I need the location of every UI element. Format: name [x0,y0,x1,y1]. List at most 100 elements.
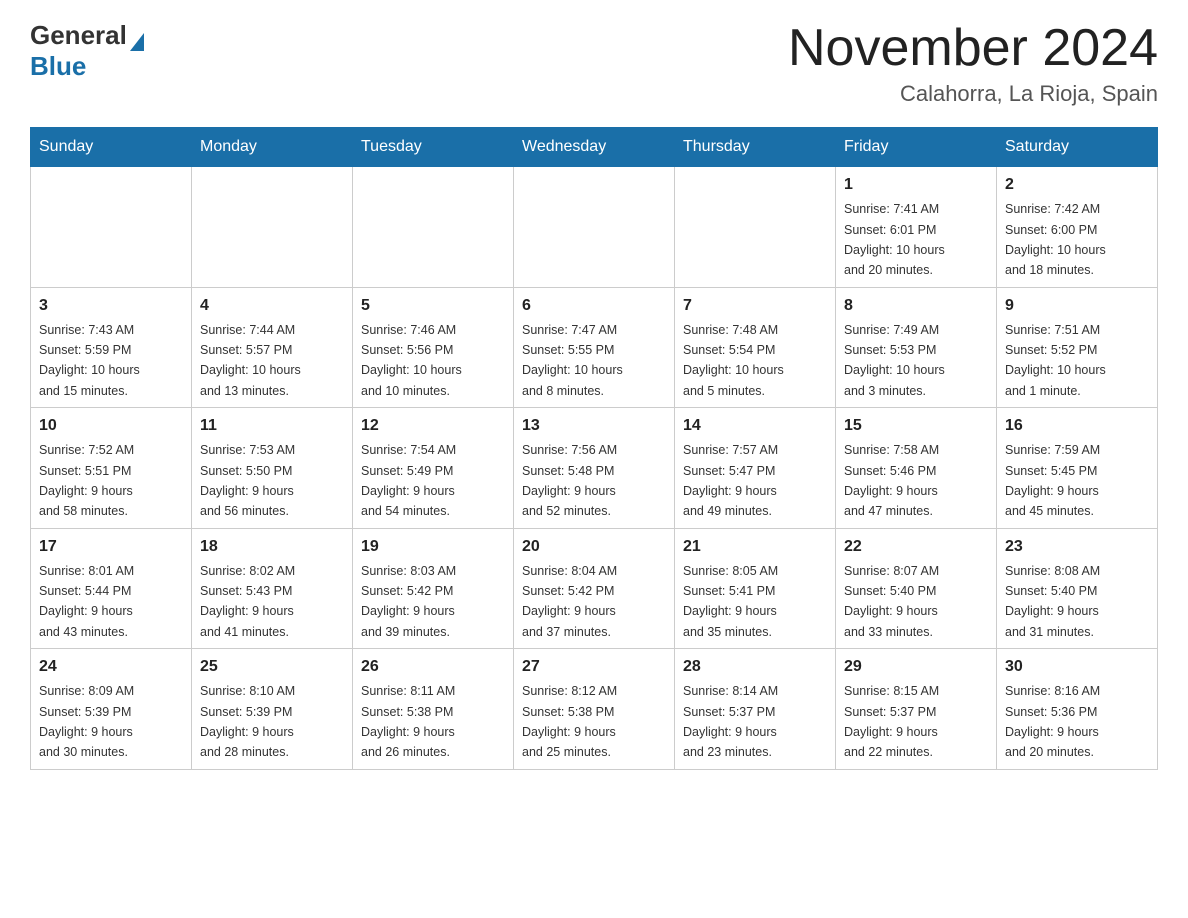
logo-triangle-icon [130,33,144,51]
column-header-monday: Monday [192,128,353,167]
day-number: 10 [39,414,183,438]
day-info: Sunrise: 8:03 AM Sunset: 5:42 PM Dayligh… [361,564,456,639]
week-row-5: 24 Sunrise: 8:09 AM Sunset: 5:39 PM Dayli… [31,649,1158,770]
logo: General Blue [30,20,144,82]
day-cell: 8 Sunrise: 7:49 AM Sunset: 5:53 PM Daylig… [836,287,997,408]
week-row-2: 3Sunrise: 7:43 AM Sunset: 5:59 PM Daylig… [31,287,1158,408]
day-cell: 28 Sunrise: 8:14 AM Sunset: 5:37 PM Dayli… [675,649,836,770]
day-number: 2 [1005,173,1149,197]
day-info: Sunrise: 7:56 AM Sunset: 5:48 PM Dayligh… [522,443,617,518]
day-cell: 3Sunrise: 7:43 AM Sunset: 5:59 PM Daylig… [31,287,192,408]
day-number: 25 [200,655,344,679]
column-header-friday: Friday [836,128,997,167]
day-cell: 20Sunrise: 8:04 AM Sunset: 5:42 PM Dayli… [514,528,675,649]
day-number: 4 [200,294,344,318]
page-header: General Blue November 2024 Calahorra, La… [30,20,1158,107]
column-header-thursday: Thursday [675,128,836,167]
day-number: 13 [522,414,666,438]
day-info: Sunrise: 7:42 AM Sunset: 6:00 PM Dayligh… [1005,202,1106,277]
day-number: 12 [361,414,505,438]
day-number: 9 [1005,294,1149,318]
day-cell: 21 Sunrise: 8:05 AM Sunset: 5:41 PM Dayli… [675,528,836,649]
day-info: Sunrise: 8:05 AM Sunset: 5:41 PM Dayligh… [683,564,778,639]
day-info: Sunrise: 8:15 AM Sunset: 5:37 PM Dayligh… [844,684,939,759]
day-number: 6 [522,294,666,318]
column-header-tuesday: Tuesday [353,128,514,167]
day-cell: 29 Sunrise: 8:15 AM Sunset: 5:37 PM Dayli… [836,649,997,770]
day-cell: 19 Sunrise: 8:03 AM Sunset: 5:42 PM Dayli… [353,528,514,649]
day-info: Sunrise: 7:47 AM Sunset: 5:55 PM Dayligh… [522,323,623,398]
day-number: 3 [39,294,183,318]
day-number: 30 [1005,655,1149,679]
logo-general-text: General [30,20,127,51]
day-cell: 27 Sunrise: 8:12 AM Sunset: 5:38 PM Dayli… [514,649,675,770]
day-info: Sunrise: 8:07 AM Sunset: 5:40 PM Dayligh… [844,564,939,639]
day-cell: 23Sunrise: 8:08 AM Sunset: 5:40 PM Dayli… [997,528,1158,649]
day-cell: 13 Sunrise: 7:56 AM Sunset: 5:48 PM Dayli… [514,408,675,529]
day-info: Sunrise: 8:16 AM Sunset: 5:36 PM Dayligh… [1005,684,1100,759]
day-cell: 16Sunrise: 7:59 AM Sunset: 5:45 PM Dayli… [997,408,1158,529]
day-info: Sunrise: 7:59 AM Sunset: 5:45 PM Dayligh… [1005,443,1100,518]
day-info: Sunrise: 8:02 AM Sunset: 5:43 PM Dayligh… [200,564,295,639]
column-header-wednesday: Wednesday [514,128,675,167]
day-info: Sunrise: 7:49 AM Sunset: 5:53 PM Dayligh… [844,323,945,398]
day-info: Sunrise: 8:10 AM Sunset: 5:39 PM Dayligh… [200,684,295,759]
day-cell: 18 Sunrise: 8:02 AM Sunset: 5:43 PM Dayli… [192,528,353,649]
day-info: Sunrise: 8:09 AM Sunset: 5:39 PM Dayligh… [39,684,134,759]
day-cell: 26 Sunrise: 8:11 AM Sunset: 5:38 PM Dayli… [353,649,514,770]
day-info: Sunrise: 7:48 AM Sunset: 5:54 PM Dayligh… [683,323,784,398]
day-cell: 9Sunrise: 7:51 AM Sunset: 5:52 PM Daylig… [997,287,1158,408]
location-title: Calahorra, La Rioja, Spain [788,81,1158,107]
day-info: Sunrise: 8:08 AM Sunset: 5:40 PM Dayligh… [1005,564,1100,639]
day-info: Sunrise: 7:58 AM Sunset: 5:46 PM Dayligh… [844,443,939,518]
logo-blue-text: Blue [30,51,86,82]
day-info: Sunrise: 8:14 AM Sunset: 5:37 PM Dayligh… [683,684,778,759]
day-number: 24 [39,655,183,679]
day-number: 7 [683,294,827,318]
day-number: 8 [844,294,988,318]
day-number: 1 [844,173,988,197]
day-info: Sunrise: 8:11 AM Sunset: 5:38 PM Dayligh… [361,684,455,759]
calendar-table: SundayMondayTuesdayWednesdayThursdayFrid… [30,127,1158,770]
day-cell: 30 Sunrise: 8:16 AM Sunset: 5:36 PM Dayli… [997,649,1158,770]
day-number: 22 [844,535,988,559]
day-cell: 5 Sunrise: 7:46 AM Sunset: 5:56 PM Daylig… [353,287,514,408]
day-number: 18 [200,535,344,559]
day-info: Sunrise: 7:52 AM Sunset: 5:51 PM Dayligh… [39,443,134,518]
day-cell: 12Sunrise: 7:54 AM Sunset: 5:49 PM Dayli… [353,408,514,529]
day-number: 11 [200,414,344,438]
day-info: Sunrise: 8:12 AM Sunset: 5:38 PM Dayligh… [522,684,617,759]
day-cell [514,167,675,288]
column-header-saturday: Saturday [997,128,1158,167]
day-info: Sunrise: 7:57 AM Sunset: 5:47 PM Dayligh… [683,443,778,518]
day-info: Sunrise: 7:53 AM Sunset: 5:50 PM Dayligh… [200,443,295,518]
day-cell: 11 Sunrise: 7:53 AM Sunset: 5:50 PM Dayli… [192,408,353,529]
day-cell [353,167,514,288]
column-header-sunday: Sunday [31,128,192,167]
day-cell: 6 Sunrise: 7:47 AM Sunset: 5:55 PM Daylig… [514,287,675,408]
week-row-1: 1 Sunrise: 7:41 AM Sunset: 6:01 PM Daylig… [31,167,1158,288]
day-number: 29 [844,655,988,679]
day-cell: 15Sunrise: 7:58 AM Sunset: 5:46 PM Dayli… [836,408,997,529]
day-number: 19 [361,535,505,559]
day-cell: 25 Sunrise: 8:10 AM Sunset: 5:39 PM Dayli… [192,649,353,770]
day-info: Sunrise: 8:04 AM Sunset: 5:42 PM Dayligh… [522,564,617,639]
day-cell: 17Sunrise: 8:01 AM Sunset: 5:44 PM Dayli… [31,528,192,649]
day-info: Sunrise: 8:01 AM Sunset: 5:44 PM Dayligh… [39,564,134,639]
day-info: Sunrise: 7:41 AM Sunset: 6:01 PM Dayligh… [844,202,945,277]
day-info: Sunrise: 7:46 AM Sunset: 5:56 PM Dayligh… [361,323,462,398]
day-number: 27 [522,655,666,679]
day-cell: 24 Sunrise: 8:09 AM Sunset: 5:39 PM Dayli… [31,649,192,770]
day-cell: 10 Sunrise: 7:52 AM Sunset: 5:51 PM Dayli… [31,408,192,529]
day-number: 5 [361,294,505,318]
day-cell [675,167,836,288]
week-row-3: 10 Sunrise: 7:52 AM Sunset: 5:51 PM Dayli… [31,408,1158,529]
week-row-4: 17Sunrise: 8:01 AM Sunset: 5:44 PM Dayli… [31,528,1158,649]
day-cell: 7 Sunrise: 7:48 AM Sunset: 5:54 PM Daylig… [675,287,836,408]
day-cell [192,167,353,288]
day-number: 21 [683,535,827,559]
day-info: Sunrise: 7:44 AM Sunset: 5:57 PM Dayligh… [200,323,301,398]
day-cell: 4 Sunrise: 7:44 AM Sunset: 5:57 PM Daylig… [192,287,353,408]
day-number: 28 [683,655,827,679]
day-number: 26 [361,655,505,679]
